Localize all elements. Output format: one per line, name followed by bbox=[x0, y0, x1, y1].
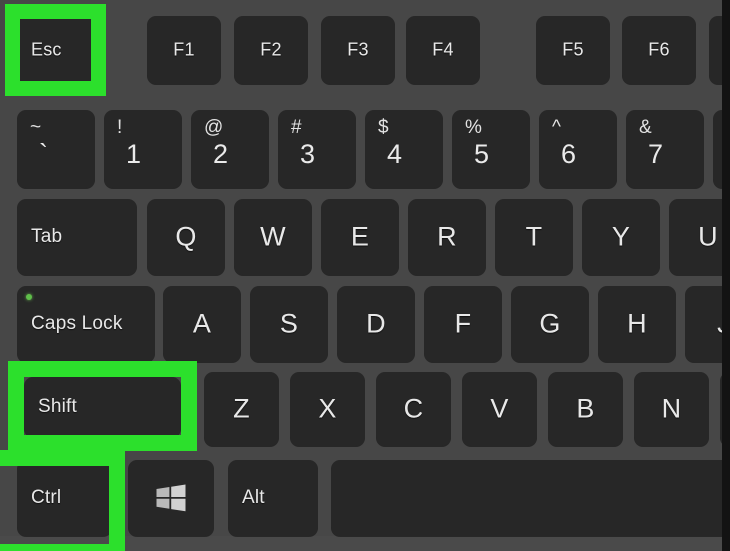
key-spacebar[interactable] bbox=[331, 460, 730, 536]
key-6[interactable]: ^ 6 bbox=[539, 110, 617, 188]
key-backtick-base-label: ` bbox=[39, 139, 48, 169]
key-u-label: U bbox=[698, 221, 718, 252]
key-b-label: B bbox=[576, 393, 595, 424]
key-4[interactable]: $ 4 bbox=[365, 110, 443, 188]
key-3-base-label: 3 bbox=[300, 139, 316, 169]
key-tab-label: Tab bbox=[31, 226, 63, 247]
key-f2[interactable]: F2 bbox=[234, 16, 308, 84]
key-n-label: N bbox=[661, 393, 682, 424]
key-ctrl[interactable]: Ctrl bbox=[17, 460, 112, 536]
key-x-label: X bbox=[318, 393, 337, 424]
key-n[interactable]: N bbox=[634, 372, 709, 446]
caps-lock-led-icon bbox=[26, 294, 32, 300]
key-esc-label: Esc bbox=[31, 39, 62, 60]
key-f1-label: F1 bbox=[173, 39, 195, 60]
key-f3-label: F3 bbox=[347, 39, 369, 60]
key-3-shift-label: # bbox=[291, 117, 302, 138]
key-f5[interactable]: F5 bbox=[536, 16, 610, 84]
key-g[interactable]: G bbox=[511, 286, 589, 362]
key-1-base-label: 1 bbox=[126, 139, 142, 169]
key-e[interactable]: E bbox=[321, 199, 399, 275]
key-f5-label: F5 bbox=[562, 39, 584, 60]
key-7-shift-label: & bbox=[639, 117, 652, 138]
key-r[interactable]: R bbox=[408, 199, 486, 275]
key-t[interactable]: T bbox=[495, 199, 573, 275]
key-5[interactable]: % 5 bbox=[452, 110, 530, 188]
key-2-shift-label: @ bbox=[204, 117, 224, 138]
key-f-label: F bbox=[454, 308, 472, 339]
key-7[interactable]: & 7 bbox=[626, 110, 704, 188]
key-shift-label: Shift bbox=[38, 396, 78, 417]
key-a-label: A bbox=[192, 308, 212, 339]
key-caps-lock[interactable]: Caps Lock bbox=[17, 286, 155, 362]
key-y[interactable]: Y bbox=[582, 199, 660, 275]
key-r-label: R bbox=[437, 221, 457, 252]
key-e-label: E bbox=[350, 221, 370, 252]
key-s[interactable]: S bbox=[250, 286, 328, 362]
key-5-shift-label: % bbox=[465, 117, 482, 138]
key-5-base-label: 5 bbox=[474, 139, 490, 169]
key-z[interactable]: Z bbox=[204, 372, 279, 446]
key-f1[interactable]: F1 bbox=[147, 16, 221, 84]
key-ctrl-label: Ctrl bbox=[31, 487, 62, 508]
keyboard-screenshot: Esc F1 F2 F3 F4 F5 F6 F 7 ~ ` ! 1 @ 2 # 3… bbox=[0, 0, 730, 551]
key-w[interactable]: W bbox=[234, 199, 312, 275]
key-alt-label: Alt bbox=[242, 487, 265, 508]
key-esc[interactable]: Esc bbox=[17, 16, 94, 84]
key-f2-label: F2 bbox=[260, 39, 282, 60]
key-c[interactable]: C bbox=[376, 372, 451, 446]
key-f6-label: F6 bbox=[648, 39, 670, 60]
key-3[interactable]: # 3 bbox=[278, 110, 356, 188]
key-f3[interactable]: F3 bbox=[321, 16, 395, 84]
key-y-label: Y bbox=[611, 221, 631, 252]
key-d-label: D bbox=[366, 308, 386, 339]
key-z-label: Z bbox=[233, 393, 250, 424]
key-b[interactable]: B bbox=[548, 372, 623, 446]
key-d[interactable]: D bbox=[337, 286, 415, 362]
key-2-base-label: 2 bbox=[213, 139, 229, 169]
key-c-label: C bbox=[403, 393, 424, 424]
key-1-shift-label: ! bbox=[117, 117, 123, 138]
key-u[interactable]: U bbox=[669, 199, 730, 275]
key-4-shift-label: $ bbox=[378, 117, 389, 138]
frame-right-edge bbox=[722, 0, 730, 551]
key-backtick[interactable]: ~ ` bbox=[17, 110, 95, 188]
key-t-label: T bbox=[525, 221, 543, 252]
key-shift[interactable]: Shift bbox=[24, 377, 181, 437]
key-s-label: S bbox=[279, 308, 299, 339]
key-a[interactable]: A bbox=[163, 286, 241, 362]
key-6-shift-label: ^ bbox=[552, 117, 561, 138]
key-caps-lock-label: Caps Lock bbox=[31, 313, 123, 334]
key-h[interactable]: H bbox=[598, 286, 676, 362]
windows-icon bbox=[156, 484, 186, 512]
key-f4-label: F4 bbox=[432, 39, 454, 60]
key-windows[interactable] bbox=[128, 460, 214, 536]
key-q[interactable]: Q bbox=[147, 199, 225, 275]
key-f[interactable]: F bbox=[424, 286, 502, 362]
key-v[interactable]: V bbox=[462, 372, 537, 446]
key-alt[interactable]: Alt bbox=[228, 460, 318, 536]
keyboard-deck-bottom-band bbox=[0, 536, 722, 551]
key-f6[interactable]: F6 bbox=[622, 16, 696, 84]
key-tab[interactable]: Tab bbox=[17, 199, 137, 275]
key-6-base-label: 6 bbox=[561, 139, 577, 169]
key-g-label: G bbox=[539, 308, 561, 339]
key-q-label: Q bbox=[175, 221, 197, 252]
key-v-label: V bbox=[490, 393, 509, 424]
key-4-base-label: 4 bbox=[387, 139, 403, 169]
key-f4[interactable]: F4 bbox=[406, 16, 480, 84]
key-x[interactable]: X bbox=[290, 372, 365, 446]
key-7-base-label: 7 bbox=[648, 139, 664, 169]
key-w-label: W bbox=[260, 221, 286, 252]
key-2[interactable]: @ 2 bbox=[191, 110, 269, 188]
key-1[interactable]: ! 1 bbox=[104, 110, 182, 188]
key-h-label: H bbox=[627, 308, 647, 339]
key-backtick-shift-label: ~ bbox=[30, 117, 42, 138]
